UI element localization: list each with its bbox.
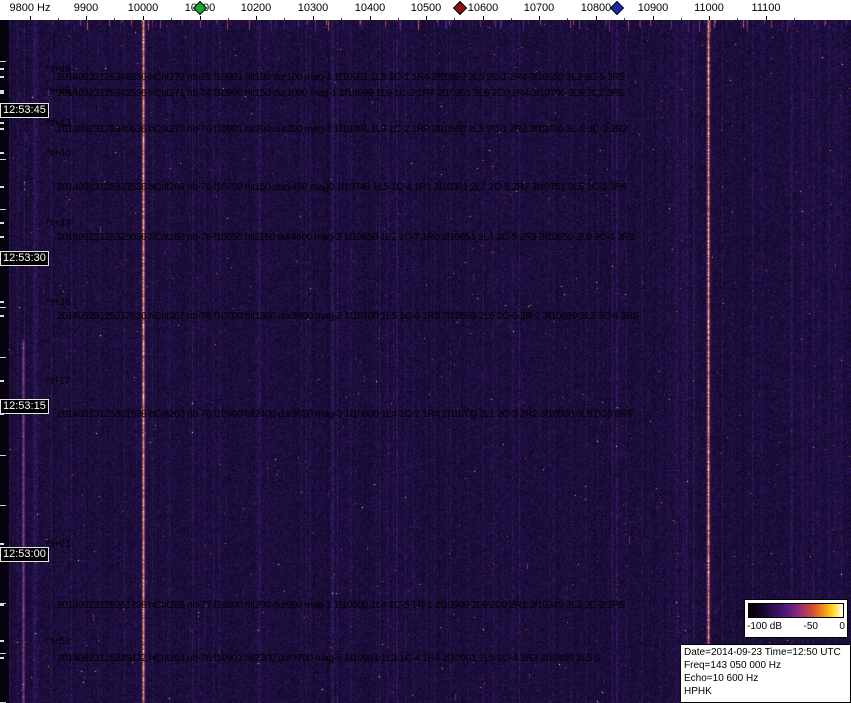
ruler-label-11100: 11100 <box>751 2 781 14</box>
ruler-label-10300: 10300 <box>297 2 329 14</box>
scale-max-label: 0 <box>839 621 845 632</box>
ruler-label-10600: 10600 <box>467 2 499 14</box>
ruler-label-10200: 10200 <box>240 2 272 14</box>
ruler-tick-major <box>426 16 427 20</box>
spectrogram-canvas[interactable] <box>0 20 851 703</box>
spectrogram-app: 9800 Hz990010000101001020010300104001050… <box>0 0 851 703</box>
ruler-tick-major <box>143 16 144 20</box>
ruler-tick-major <box>709 16 710 20</box>
date-time-line: Date=2014-09-23 Time=12:50 UTC <box>684 647 841 658</box>
frequency-ruler[interactable]: 9800 Hz990010000101001020010300104001050… <box>0 0 851 20</box>
ruler-tick-major <box>30 16 31 20</box>
ruler-label-10500: 10500 <box>410 2 442 14</box>
ruler-tick-major <box>256 16 257 20</box>
frequency-line: Freq=143 050 000 Hz <box>684 660 782 671</box>
ruler-tick-minor <box>454 18 455 20</box>
ruler-tick-minor <box>398 18 399 20</box>
ruler-tick-minor <box>341 18 342 20</box>
ruler-tick-major <box>483 16 484 20</box>
marker-red-diamond[interactable] <box>452 0 468 16</box>
ruler-label-10900: 10900 <box>637 2 669 14</box>
ruler-tick-major <box>766 16 767 20</box>
ruler-label-10800: 10800 <box>580 2 612 14</box>
ruler-tick-minor <box>511 18 512 20</box>
waterfall-area <box>0 20 851 703</box>
ruler-tick-minor <box>624 18 625 20</box>
ruler-tick-major <box>596 16 597 20</box>
ruler-tick-major <box>200 16 201 20</box>
ruler-tick-minor <box>567 18 568 20</box>
ruler-tick-major <box>313 16 314 20</box>
scale-mid-label: -50 <box>803 621 818 632</box>
ruler-tick-minor <box>681 18 682 20</box>
color-scale: -100 dB -50 0 <box>744 599 848 638</box>
ruler-tick-minor <box>737 18 738 20</box>
echo-line: Echo=10 600 Hz <box>684 673 759 684</box>
ruler-tick-minor <box>114 18 115 20</box>
ruler-label-9900: 9900 <box>73 2 99 14</box>
ruler-label-10400: 10400 <box>354 2 386 14</box>
scale-min-label: -100 dB <box>747 621 783 632</box>
status-info-box: Date=2014-09-23 Time=12:50 UTC Freq=143 … <box>680 644 851 703</box>
ruler-tick-major <box>539 16 540 20</box>
ruler-tick-major <box>653 16 654 20</box>
ruler-label-10700: 10700 <box>523 2 555 14</box>
color-scale-labels: -100 dB -50 0 <box>747 621 845 632</box>
color-scale-gradient <box>748 603 844 618</box>
ruler-tick-minor <box>284 18 285 20</box>
station-line: HPHK <box>684 686 712 697</box>
ruler-tick-minor <box>794 18 795 20</box>
ruler-label-9800Hz: 9800 Hz <box>9 2 51 14</box>
ruler-tick-minor <box>171 18 172 20</box>
ruler-label-10000: 10000 <box>127 2 159 14</box>
marker-blue-diamond[interactable] <box>609 0 625 16</box>
ruler-tick-major <box>370 16 371 20</box>
ruler-label-11000: 11000 <box>694 2 724 14</box>
ruler-tick-minor <box>228 18 229 20</box>
ruler-tick-major <box>86 16 87 20</box>
ruler-tick-minor <box>58 18 59 20</box>
